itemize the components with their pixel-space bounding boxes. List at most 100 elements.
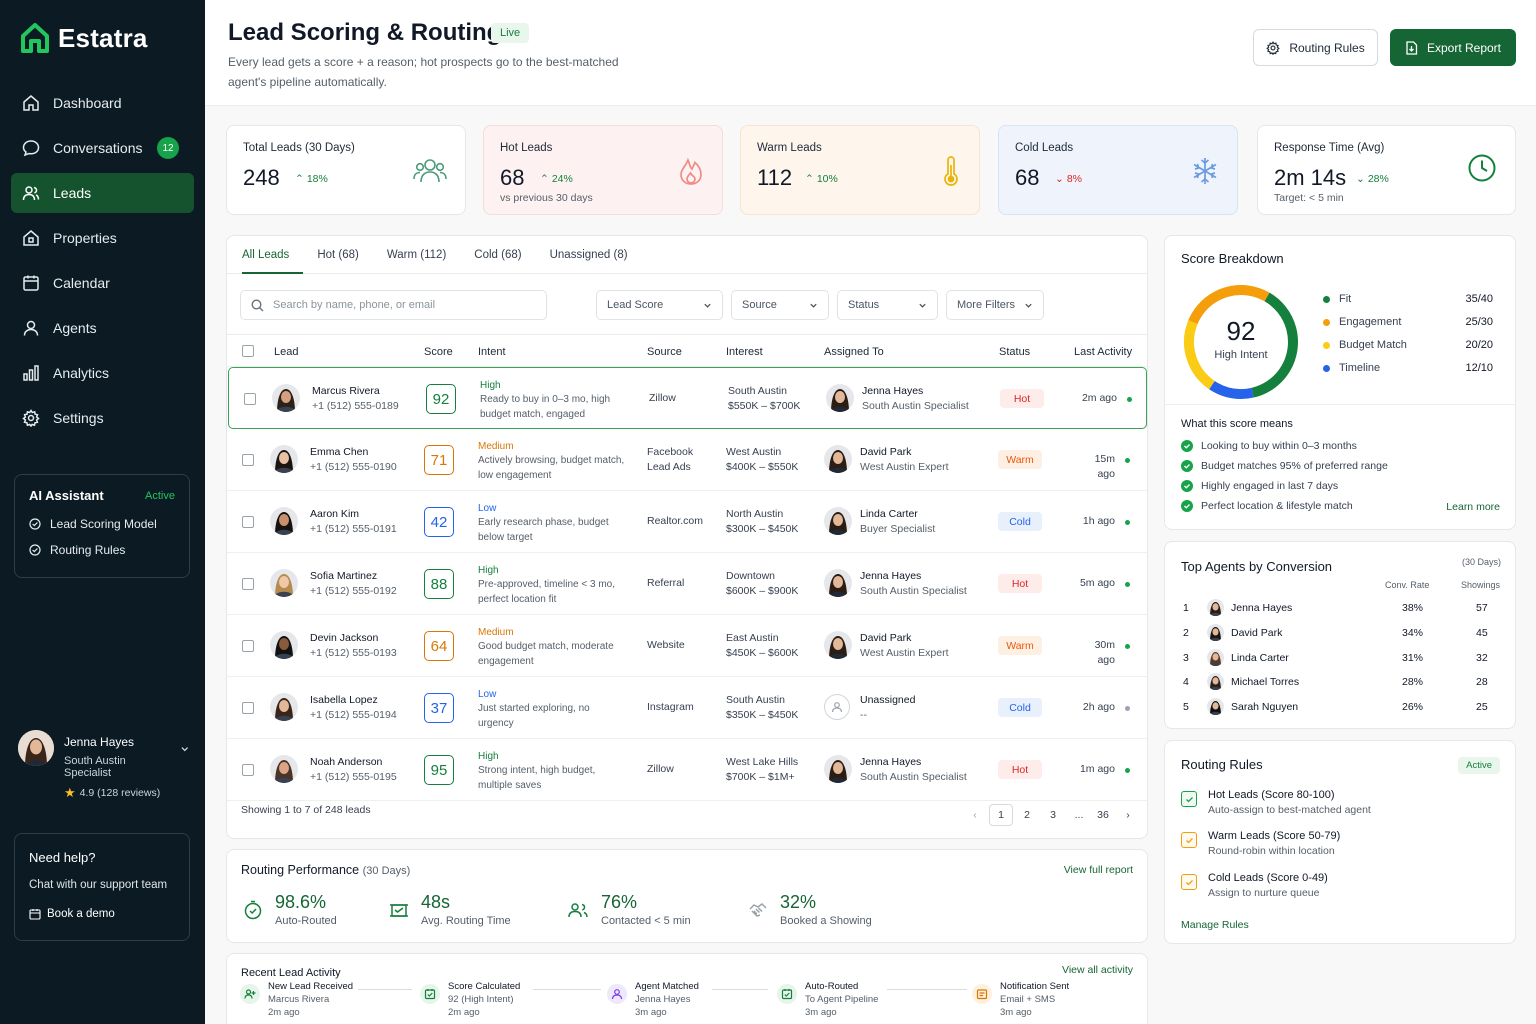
- perf-value: 48s: [421, 892, 451, 912]
- meaning-item: Looking to buy within 0–3 months: [1181, 440, 1357, 452]
- ai-item-routing-rules[interactable]: Routing Rules: [29, 543, 175, 557]
- perf-label: Avg. Routing Time: [421, 915, 511, 927]
- rule-item-cold[interactable]: Cold Leads (Score 0-49) Assign to nurture…: [1181, 872, 1328, 899]
- activity-step-time: 3m ago: [1000, 1007, 1032, 1018]
- tab-hot[interactable]: Hot (68): [303, 236, 373, 274]
- rule-item-warm[interactable]: Warm Leads (Score 50-79) Round-robin with…: [1181, 830, 1340, 857]
- table-row[interactable]: Marcus Rivera +1 (512) 555-0189 92 High Read…: [228, 367, 1147, 429]
- lead-name[interactable]: Marcus Rivera: [312, 384, 399, 399]
- performance-title: Routing Performance (30 Days): [241, 863, 410, 877]
- column-header[interactable]: Assigned To: [824, 346, 884, 358]
- column-header[interactable]: Intent: [478, 346, 506, 358]
- agent-rank: 5: [1183, 701, 1189, 714]
- chevron-down-icon[interactable]: [180, 744, 190, 754]
- agent-row[interactable]: 4 Michael Torres 28% 28: [1181, 672, 1501, 692]
- legend-dot: [1323, 341, 1330, 349]
- stat-total-leads: Total Leads (30 Days) 248 ⌃ 18%: [226, 125, 466, 215]
- tab-all-leads[interactable]: All Leads: [242, 236, 304, 274]
- table-row[interactable]: Devin Jackson +1 (512) 555-0193 64 Medium Go…: [227, 615, 1147, 677]
- stat-warm-leads: Warm Leads 112 ⌃ 10%: [740, 125, 980, 215]
- breakdown-item-timeline: Timeline 12/10: [1323, 362, 1493, 374]
- agent-row[interactable]: 3 Linda Carter 31% 32: [1181, 648, 1501, 668]
- agent-row[interactable]: 2 David Park 34% 45: [1181, 623, 1501, 643]
- rule-item-hot[interactable]: Hot Leads (Score 80-100) Auto-assign to b…: [1181, 789, 1371, 816]
- column-header[interactable]: Lead: [274, 346, 298, 358]
- row-checkbox[interactable]: [242, 764, 254, 776]
- table-row[interactable]: Sofia Martinez +1 (512) 555-0192 88 High Pre…: [227, 553, 1147, 615]
- column-header[interactable]: Score: [424, 346, 453, 358]
- agent-row[interactable]: 1 Jenna Hayes 38% 57: [1181, 598, 1501, 618]
- row-checkbox[interactable]: [242, 640, 254, 652]
- search-input[interactable]: Search by name, phone, or email: [240, 290, 547, 320]
- agent-name[interactable]: Jenna Hayes: [860, 755, 967, 770]
- search-placeholder: Search by name, phone, or email: [273, 299, 436, 311]
- page-button[interactable]: 2: [1015, 804, 1039, 826]
- agent-name[interactable]: David Park: [860, 631, 949, 646]
- view-all-activity-link[interactable]: View all activity: [1062, 964, 1133, 976]
- brand-logo[interactable]: Estatra: [20, 22, 148, 54]
- row-checkbox[interactable]: [242, 702, 254, 714]
- lead-name[interactable]: Sofia Martinez: [310, 569, 397, 584]
- user-profile[interactable]: Jenna Hayes South Austin Specialist ★ 4.…: [18, 730, 190, 801]
- learn-more-link[interactable]: Learn more: [1446, 501, 1500, 513]
- nav-item-analytics[interactable]: Analytics: [11, 353, 194, 393]
- agent-name[interactable]: Jenna Hayes: [862, 384, 969, 399]
- lead-phone: +1 (512) 555-0193: [310, 647, 397, 659]
- table-row[interactable]: Noah Anderson +1 (512) 555-0195 95 High Stro…: [227, 739, 1147, 801]
- table-row[interactable]: Isabella Lopez +1 (512) 555-0194 37 Low Just…: [227, 677, 1147, 739]
- tab-cold[interactable]: Cold (68): [460, 236, 535, 274]
- nav-item-leads[interactable]: Leads: [11, 173, 194, 213]
- view-full-report-link[interactable]: View full report: [1064, 864, 1133, 876]
- tab-warm[interactable]: Warm (112): [373, 236, 460, 274]
- lead-name[interactable]: Aaron Kim: [310, 507, 397, 522]
- page-button[interactable]: 1: [989, 804, 1013, 826]
- table-row[interactable]: Emma Chen +1 (512) 555-0190 71 Medium Active…: [227, 429, 1147, 491]
- column-header[interactable]: Status: [999, 346, 1030, 358]
- ai-item-lead-scoring[interactable]: Lead Scoring Model: [29, 517, 175, 531]
- nav-item-agents[interactable]: Agents: [11, 308, 194, 348]
- chevron-down-icon: [1024, 301, 1033, 310]
- agent-name[interactable]: Jenna Hayes: [860, 569, 967, 584]
- tab-unassigned[interactable]: Unassigned (8): [536, 236, 642, 274]
- page-button[interactable]: 3: [1041, 804, 1065, 826]
- support-chat-link[interactable]: Chat with our support team: [29, 879, 175, 891]
- row-checkbox[interactable]: [242, 454, 254, 466]
- next-page-button[interactable]: ›: [1116, 804, 1140, 826]
- book-demo-link[interactable]: Book a demo: [29, 908, 175, 920]
- check-circle-icon: [1181, 460, 1193, 472]
- lead-name[interactable]: Emma Chen: [310, 445, 397, 460]
- routing-rules-button[interactable]: Routing Rules: [1253, 29, 1378, 66]
- filter-source[interactable]: Source: [731, 290, 829, 320]
- agent-name[interactable]: Unassigned: [860, 693, 915, 708]
- column-header[interactable]: Source: [647, 346, 682, 358]
- delta-value: 8%: [1066, 173, 1082, 185]
- table-row[interactable]: Aaron Kim +1 (512) 555-0191 42 Low Early res…: [227, 491, 1147, 553]
- lead-name[interactable]: Devin Jackson: [310, 631, 397, 646]
- row-checkbox[interactable]: [244, 393, 256, 405]
- page-button[interactable]: 36: [1091, 804, 1115, 826]
- manage-rules-link[interactable]: Manage Rules: [1181, 919, 1249, 931]
- nav-item-calendar[interactable]: Calendar: [11, 263, 194, 303]
- export-report-button[interactable]: Export Report: [1390, 29, 1516, 66]
- filter-more[interactable]: More Filters: [946, 290, 1044, 320]
- nav-item-conversations[interactable]: Conversations 12: [11, 128, 194, 168]
- column-header[interactable]: Interest: [726, 346, 763, 358]
- agent-name[interactable]: David Park: [860, 445, 949, 460]
- lead-name[interactable]: Noah Anderson: [310, 755, 397, 770]
- nav-item-properties[interactable]: Properties: [11, 218, 194, 258]
- nav-item-settings[interactable]: Settings: [11, 398, 194, 438]
- row-checkbox[interactable]: [242, 516, 254, 528]
- row-checkbox[interactable]: [242, 578, 254, 590]
- lead-name[interactable]: Isabella Lopez: [310, 693, 397, 708]
- interest-range: $350K – $450K: [726, 709, 799, 721]
- filter-status[interactable]: Status: [837, 290, 938, 320]
- select-all-checkbox[interactable]: [242, 345, 254, 357]
- agent-name[interactable]: Linda Carter: [860, 507, 935, 522]
- column-header[interactable]: Last Activity: [1074, 346, 1132, 358]
- status-badge: Hot: [998, 574, 1042, 593]
- nav-item-dashboard[interactable]: Dashboard: [11, 83, 194, 123]
- agent-row[interactable]: 5 Sarah Nguyen 26% 25: [1181, 697, 1501, 717]
- prev-page-button[interactable]: ‹: [963, 804, 987, 826]
- filter-lead-score[interactable]: Lead Score: [596, 290, 723, 320]
- activity-step: New Lead Received Marcus Rivera 2m ago: [240, 980, 353, 1019]
